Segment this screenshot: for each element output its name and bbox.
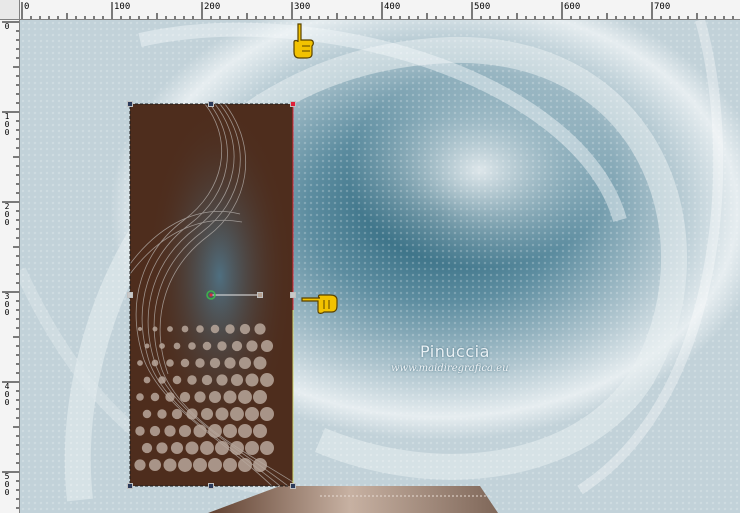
rotation-pivot-icon[interactable] [204, 288, 218, 302]
resize-handle-top-left[interactable] [127, 101, 133, 107]
selection-bounding-box [129, 103, 294, 487]
ruler-top-label: 400 [384, 2, 401, 12]
ruler-left-label: 100 [4, 112, 10, 137]
ruler-corner [0, 0, 20, 20]
ruler-top-label: 700 [654, 2, 671, 12]
resize-handle-top-right[interactable] [290, 101, 296, 107]
ruler-left-label: 200 [4, 202, 10, 227]
ruler-horizontal[interactable]: 0 100 200 300 400 500 600 700 [0, 0, 740, 20]
ruler-top-label: 100 [114, 2, 131, 12]
ruler-left-label: 500 [4, 472, 10, 497]
rotation-handle[interactable] [257, 292, 263, 298]
ruler-left-label: 300 [4, 292, 10, 317]
ruler-top-label: 300 [294, 2, 311, 12]
ruler-horizontal-ticks [21, 2, 734, 19]
ruler-left-label: 400 [4, 382, 10, 407]
resize-handle-right[interactable] [290, 292, 296, 298]
watermark-url: www.maidiregrafica.eu [391, 363, 509, 374]
ruler-top-label: 200 [204, 2, 221, 12]
resize-handle-bottom-left[interactable] [127, 483, 133, 489]
ruler-top-label: 0 [24, 2, 30, 12]
ruler-vertical-ticks [2, 21, 19, 509]
hand-pointer-down-icon [293, 23, 314, 59]
resize-handle-bottom[interactable] [208, 483, 214, 489]
resize-handle-left[interactable] [127, 292, 133, 298]
ruler-left-label: 0 [4, 22, 10, 31]
hand-pointer-left-icon [301, 294, 338, 314]
watermark-name: Pinuccia [420, 342, 490, 361]
resize-handle-bottom-right[interactable] [290, 483, 296, 489]
ruler-top-label: 600 [564, 2, 581, 12]
ruler-top-label: 500 [474, 2, 491, 12]
ruler-vertical[interactable]: 0 100 200 300 400 500 [0, 20, 20, 513]
image-canvas[interactable]: Pinuccia www.maidiregrafica.eu [20, 20, 740, 513]
resize-handle-top[interactable] [208, 101, 214, 107]
